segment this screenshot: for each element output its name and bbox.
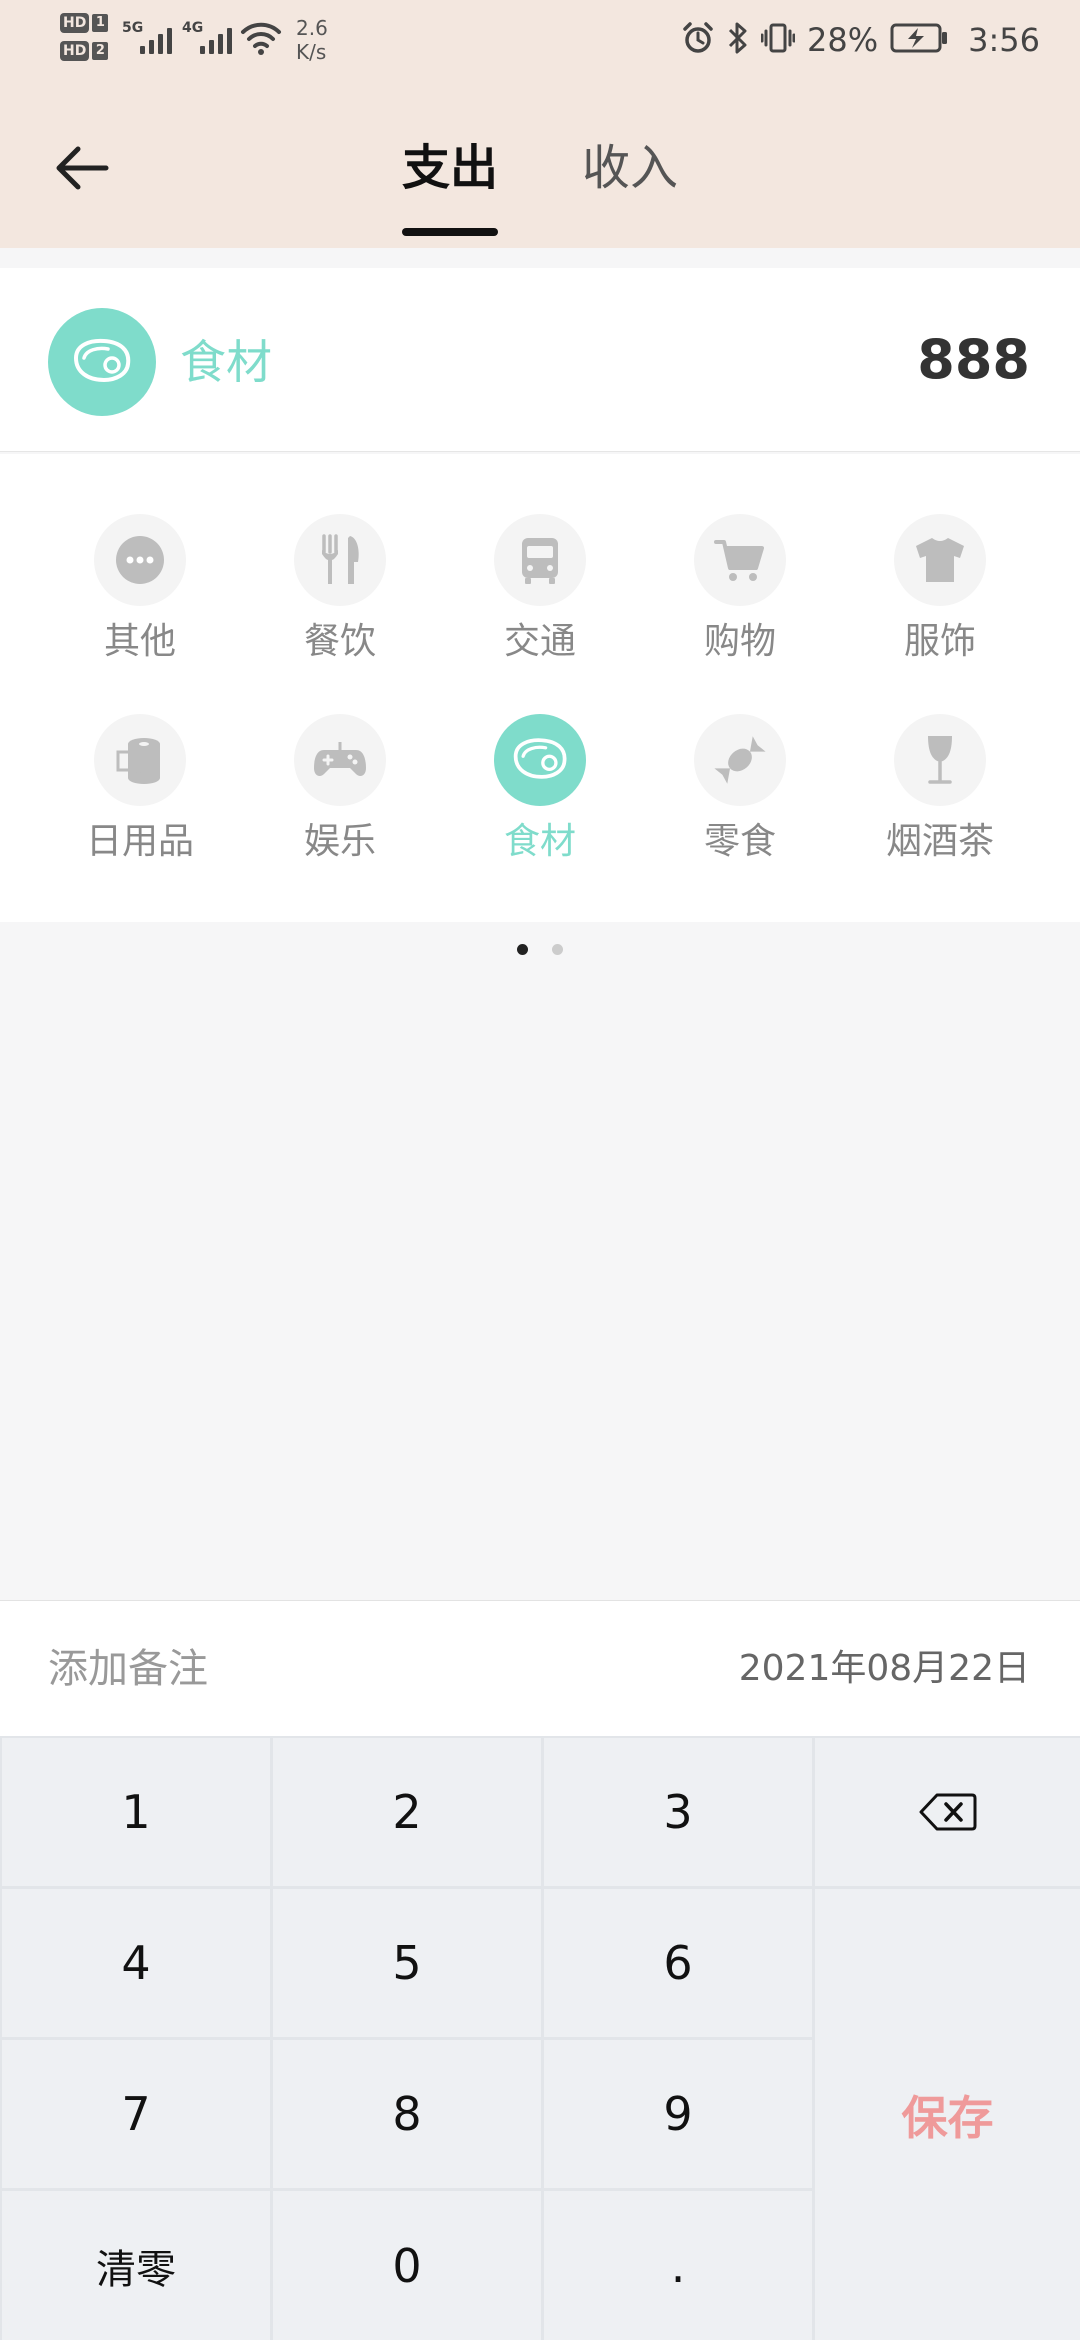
key-6[interactable]: 6 — [544, 1889, 812, 2037]
key-8[interactable]: 8 — [273, 2040, 541, 2188]
alarm-icon — [681, 21, 715, 59]
category-label: 日用品 — [85, 821, 194, 862]
page-indicator — [0, 944, 1080, 955]
tissue-roll-icon — [116, 738, 160, 784]
selected-category-card: 食材 888 — [0, 268, 1080, 452]
page-dot-active — [517, 944, 528, 955]
selected-category-icon — [48, 308, 156, 416]
number-keypad: 1 2 3 4 5 6 7 8 9 清零 0 . 保存 — [0, 1736, 1080, 2340]
key-9[interactable]: 9 — [544, 2040, 812, 2188]
clear-button[interactable]: 清零 — [2, 2191, 270, 2340]
key-5[interactable]: 5 — [273, 1889, 541, 2037]
meat-icon — [73, 338, 131, 383]
cart-icon — [714, 540, 764, 581]
category-label: 零食 — [703, 821, 776, 862]
category-dining[interactable]: 餐饮 — [240, 514, 440, 684]
battery-percent: 28% — [807, 21, 879, 59]
key-4[interactable]: 4 — [2, 1889, 270, 2037]
backspace-icon — [919, 1793, 976, 1831]
hd2-number: 2 — [92, 42, 109, 60]
category-label: 餐饮 — [303, 621, 376, 662]
save-button[interactable]: 保存 — [815, 1889, 1080, 2340]
tab-expense[interactable]: 支出 — [402, 136, 498, 200]
category-tobacco-alcohol-tea[interactable]: 烟酒茶 — [840, 714, 1040, 884]
category-label: 其他 — [103, 621, 176, 662]
category-label: 娱乐 — [303, 821, 376, 862]
fork-knife-icon — [322, 534, 359, 584]
shirt-icon — [916, 538, 964, 582]
category-other[interactable]: 其他 — [40, 514, 240, 684]
category-label: 交通 — [503, 621, 576, 662]
category-entertainment[interactable]: 娱乐 — [240, 714, 440, 884]
hd2-tag: HD — [60, 41, 90, 61]
category-grid: 其他 餐饮 交通 购物 服饰 日用品 娱乐 食材 零食 烟酒茶 — [0, 454, 1080, 922]
category-transport[interactable]: 交通 — [440, 514, 640, 684]
network-speed-unit: K/s — [296, 40, 327, 64]
status-bar: HD 1 HD 2 5G 4G 2.6 K/s 28% 3:56 — [0, 0, 1080, 80]
network-speed: 2.6 K/s — [296, 16, 342, 64]
page-dot — [552, 944, 563, 955]
category-label: 购物 — [703, 621, 776, 662]
note-date-row: 添加备注 2021年08月22日 — [0, 1600, 1080, 1736]
key-decimal[interactable]: . — [544, 2191, 812, 2340]
top-app-bar: 支出 收入 — [0, 80, 1080, 248]
key-3[interactable]: 3 — [544, 1738, 812, 1886]
bus-icon — [522, 538, 558, 584]
tab-income[interactable]: 收入 — [582, 136, 678, 200]
category-daily-goods[interactable]: 日用品 — [40, 714, 240, 884]
key-0[interactable]: 0 — [273, 2191, 541, 2340]
meat-icon — [513, 738, 567, 779]
arrow-left-icon — [56, 146, 109, 190]
hd-voice-indicator: HD 1 HD 2 — [60, 12, 112, 68]
wine-glass-icon — [928, 736, 952, 784]
amount-display: 888 — [917, 328, 1030, 391]
hd1-tag: HD — [60, 13, 90, 33]
category-shopping[interactable]: 购物 — [640, 514, 840, 684]
bluetooth-icon — [727, 21, 749, 59]
hd1-number: 1 — [92, 14, 109, 32]
network-speed-value: 2.6 — [296, 16, 328, 40]
category-label: 烟酒茶 — [885, 821, 994, 862]
candy-icon — [714, 736, 766, 784]
selected-category-name: 食材 — [180, 335, 272, 389]
gamepad-icon — [314, 742, 366, 776]
add-note-input[interactable]: 添加备注 — [48, 1643, 208, 1695]
backspace-button[interactable] — [815, 1738, 1080, 1886]
category-label: 服饰 — [903, 621, 976, 662]
clock-time: 3:56 — [968, 21, 1040, 59]
key-1[interactable]: 1 — [2, 1738, 270, 1886]
category-ingredients[interactable]: 食材 — [440, 714, 640, 884]
category-label: 食材 — [503, 821, 576, 862]
battery-charging-icon — [890, 23, 948, 57]
key-7[interactable]: 7 — [2, 2040, 270, 2188]
tab-active-indicator — [402, 228, 498, 236]
category-snacks[interactable]: 零食 — [640, 714, 840, 884]
more-dots-icon — [116, 536, 164, 584]
date-selector[interactable]: 2021年08月22日 — [739, 1645, 1030, 1693]
wifi-icon — [240, 20, 282, 60]
key-2[interactable]: 2 — [273, 1738, 541, 1886]
back-button[interactable] — [46, 132, 118, 204]
vibrate-icon — [760, 21, 796, 59]
category-clothing[interactable]: 服饰 — [840, 514, 1040, 684]
